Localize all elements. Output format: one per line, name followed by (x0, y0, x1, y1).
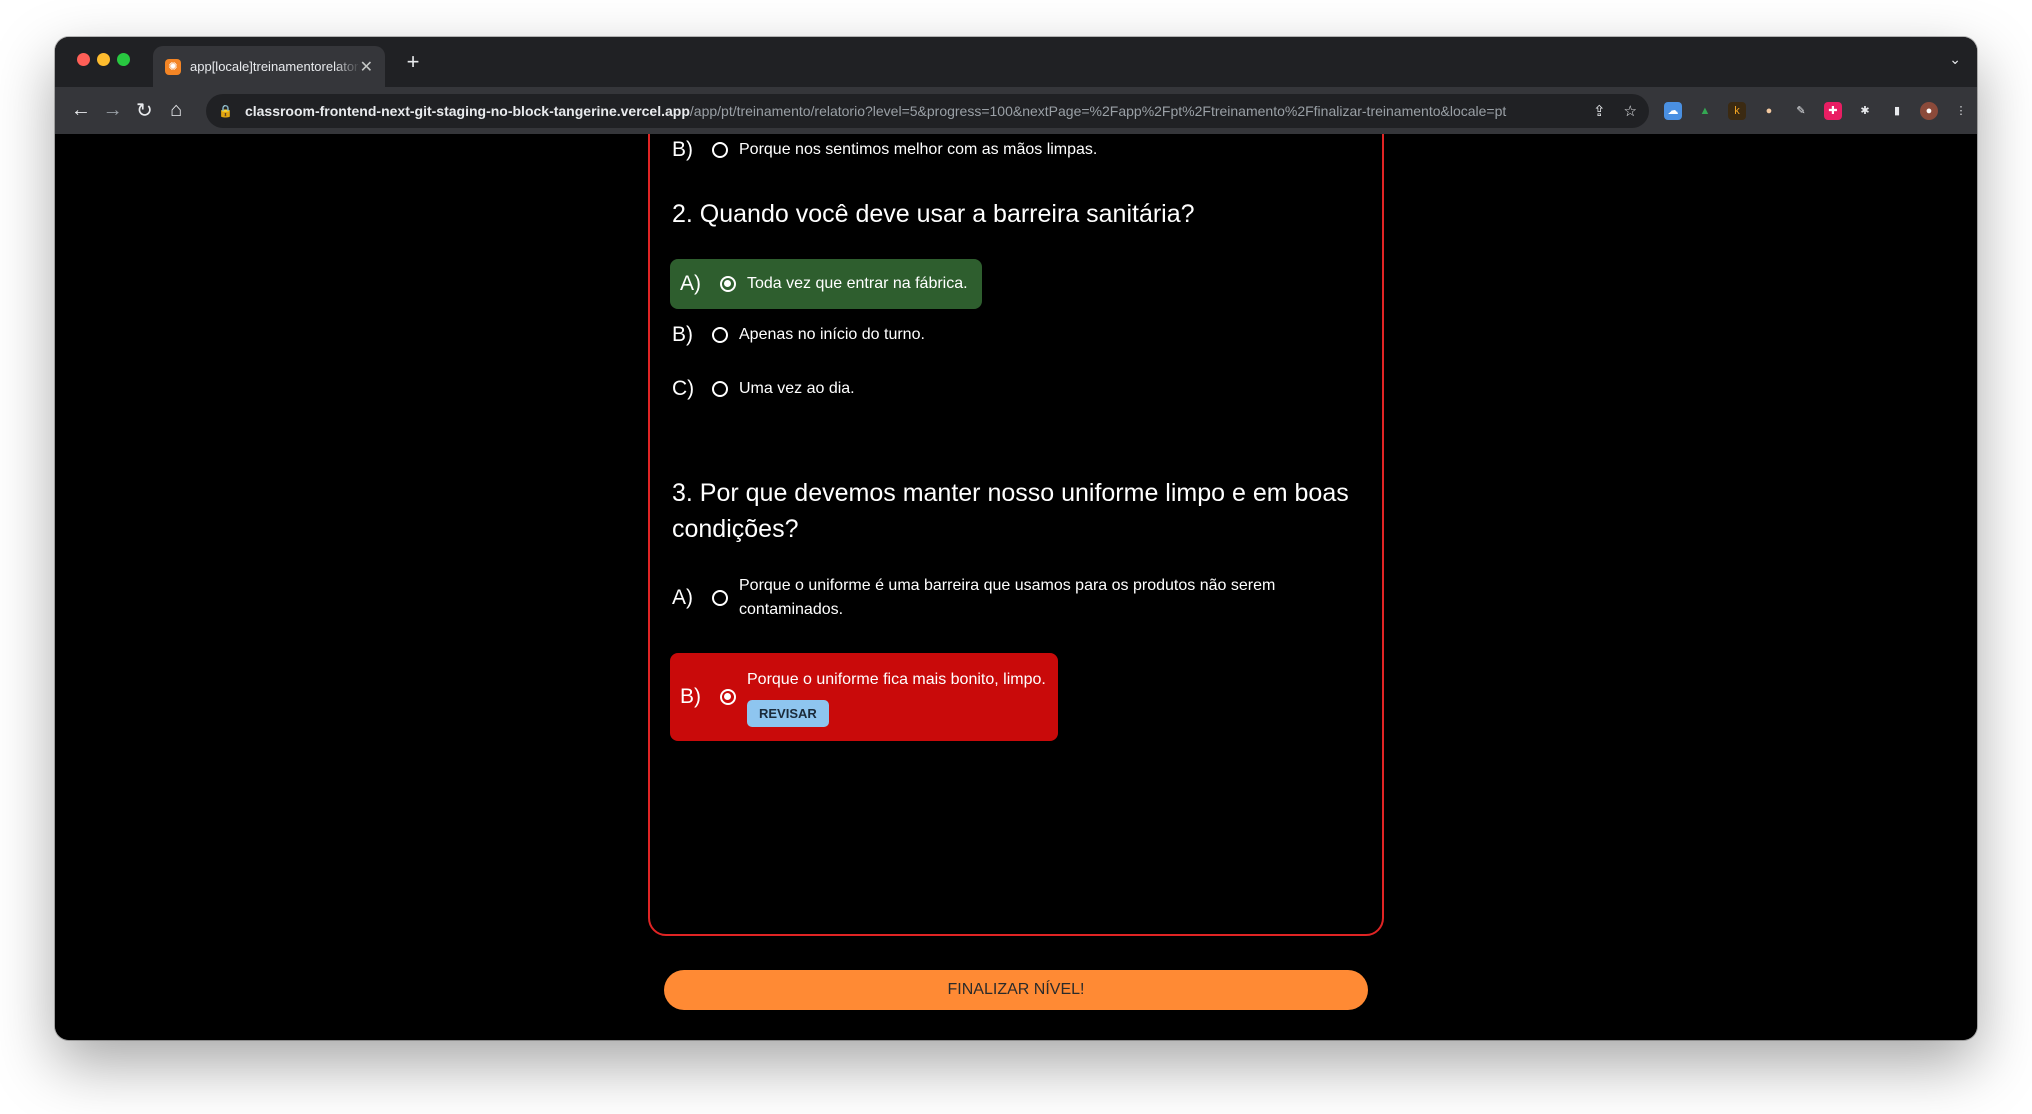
menu-kebab-icon[interactable]: ⋮ (1952, 102, 1970, 120)
radio-unchecked-icon[interactable] (712, 381, 728, 397)
option-letter: B) (672, 138, 693, 161)
radio-unchecked-icon[interactable] (712, 327, 728, 343)
option-text: Toda vez que entrar na fábrica. (747, 275, 968, 292)
tab-search-chevron-icon[interactable]: ⌄ (1949, 51, 1961, 68)
page-content: B) Porque nos sentimos melhor com as mão… (55, 134, 1977, 1040)
extensions-area: ☁ ▲ k ● ✎ ✚ ✱ ▮ ● ⋮ (1657, 101, 1977, 120)
q2-option-a-correct[interactable]: A) Toda vez que entrar na fábrica. (670, 259, 982, 309)
favicon-icon: ✺ (165, 58, 181, 75)
reload-icon[interactable]: ↻ (129, 95, 161, 127)
profile-avatar[interactable]: ● (1919, 101, 1938, 120)
side-panel-icon[interactable]: ▮ (1888, 102, 1906, 120)
extension-k-icon[interactable]: k (1727, 101, 1746, 120)
option-text: Apenas no início do turno. (739, 326, 925, 343)
browser-tab[interactable]: ✺ app[locale]treinamentorelatorio ✕ (153, 46, 385, 87)
url-host: classroom-frontend-next-git-staging-no-b… (244, 102, 690, 119)
question-3-title: 3. Por que devemos manter nosso uniforme… (672, 479, 1349, 543)
finish-level-button[interactable]: FINALIZAR NÍVEL! (664, 970, 1368, 1010)
option-text: Uma vez ao dia. (739, 380, 855, 397)
radio-unchecked-icon[interactable] (712, 142, 728, 158)
close-tab-icon[interactable]: ✕ (360, 57, 373, 77)
bookmark-star-icon[interactable]: ☆ (1624, 102, 1637, 120)
url-text[interactable]: classroom-frontend-next-git-staging-no-b… (245, 103, 1575, 119)
maximize-window-button[interactable] (117, 53, 130, 66)
option-letter: C) (672, 377, 695, 400)
radio-checked-icon[interactable] (720, 276, 736, 292)
address-bar[interactable]: 🔒 classroom-frontend-next-git-staging-no… (206, 93, 1649, 128)
radio-checked-icon[interactable] (720, 689, 736, 705)
url-path: /app/pt/treinamento/relatorio?level=5&pr… (689, 102, 1507, 119)
option-text: Porque nos sentimos melhor com as mãos l… (739, 141, 1098, 158)
q2-option-c[interactable]: C) Uma vez ao dia. (672, 377, 855, 401)
option-letter: B) (680, 685, 701, 708)
q3-option-b-wrong[interactable]: B) Porque o uniforme fica mais bonito, l… (670, 653, 1058, 741)
extension-eyedropper-icon[interactable]: ✎ (1792, 102, 1810, 120)
option-letter: B) (672, 323, 693, 346)
forward-arrow-icon[interactable]: → (97, 95, 129, 127)
extension-egg-icon[interactable]: ● (1760, 102, 1778, 120)
extension-cloud-icon[interactable]: ☁ (1663, 101, 1682, 120)
radio-unchecked-icon[interactable] (712, 590, 728, 606)
question-2-title: 2. Quando você deve usar a barreira sani… (672, 200, 1195, 228)
option-letter: A) (680, 272, 701, 295)
browser-window: ✺ app[locale]treinamentorelatorio ✕ + ⌄ … (55, 37, 1977, 1040)
minimize-window-button[interactable] (97, 53, 110, 66)
option-text: Porque o uniforme fica mais bonito, limp… (747, 670, 1046, 688)
back-arrow-icon[interactable]: ← (65, 95, 97, 127)
tab-title: app[locale]treinamentorelatorio (190, 59, 360, 74)
new-tab-button[interactable]: + (400, 49, 426, 75)
quiz-card: B) Porque nos sentimos melhor com as mão… (648, 134, 1384, 936)
option-body: Porque o uniforme fica mais bonito, limp… (747, 668, 1046, 727)
share-icon[interactable]: ⇪ (1593, 102, 1606, 120)
tab-strip: ✺ app[locale]treinamentorelatorio ✕ + ⌄ (55, 37, 1977, 87)
extensions-puzzle-icon[interactable]: ✱ (1856, 102, 1874, 120)
browser-toolbar: ← → ↻ ⌂ 🔒 classroom-frontend-next-git-st… (55, 87, 1977, 134)
option-text: Porque o uniforme é uma barreira que usa… (739, 577, 1276, 618)
extension-drive-icon[interactable]: ▲ (1696, 102, 1714, 120)
option-letter: A) (672, 586, 693, 609)
close-window-button[interactable] (77, 53, 90, 66)
review-button[interactable]: REVISAR (747, 699, 829, 727)
q1-option-b[interactable]: B) Porque nos sentimos melhor com as mão… (672, 138, 1097, 162)
home-icon[interactable]: ⌂ (160, 95, 192, 127)
q2-option-b[interactable]: B) Apenas no início do turno. (672, 323, 925, 347)
q3-option-a[interactable]: A) Porque o uniforme é uma barreira que … (672, 574, 1299, 622)
extension-pink-icon[interactable]: ✚ (1823, 101, 1842, 120)
lock-icon[interactable]: 🔒 (218, 104, 233, 118)
